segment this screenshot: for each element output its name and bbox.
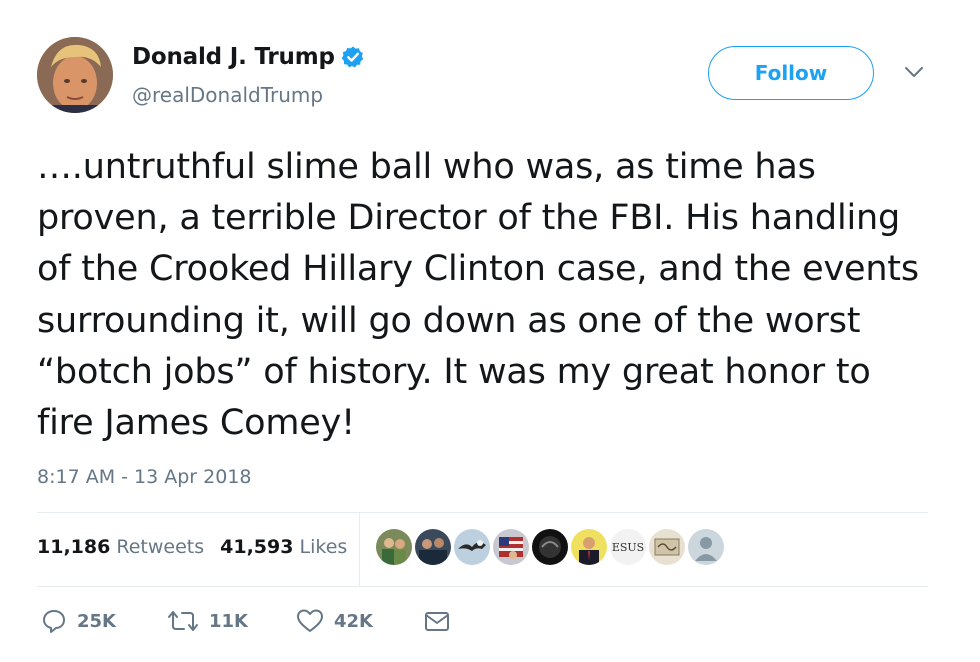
likes-count: 41,593	[220, 536, 294, 558]
verified-badge-icon	[341, 45, 365, 69]
liker-avatar-3-icon[interactable]	[454, 529, 490, 565]
liker-avatar-2-icon[interactable]	[415, 529, 451, 565]
tweet-timestamp[interactable]: 8:17 AM - 13 Apr 2018	[37, 466, 252, 488]
retweet-count: 11K	[209, 610, 248, 632]
reply-action[interactable]: 25K	[41, 608, 116, 634]
liker-avatar-4-icon[interactable]	[493, 529, 529, 565]
liker-avatar-7-icon[interactable]: ESUS	[610, 529, 646, 565]
tweet-stats: 11,186 Retweets 41,593 Likes	[37, 536, 347, 558]
more-options-chevron-down-icon[interactable]	[903, 64, 925, 80]
stats-divider	[359, 512, 360, 586]
like-count: 42K	[334, 610, 373, 632]
likes-stat[interactable]: 41,593 Likes	[220, 536, 347, 558]
reply-icon	[43, 610, 65, 633]
heart-icon	[297, 609, 323, 632]
profile-photo-icon	[37, 37, 113, 113]
follow-button[interactable]: Follow	[708, 46, 874, 100]
envelope-icon	[425, 612, 449, 631]
retweet-icon	[168, 611, 198, 631]
tweet-text: ….untruthful slime ball who was, as time…	[37, 147, 919, 444]
retweets-label: Retweets	[116, 536, 205, 558]
liker-avatars: ESUS	[376, 529, 724, 565]
author-avatar[interactable]	[37, 37, 113, 113]
liker-avatar-6-icon[interactable]	[571, 529, 607, 565]
retweets-stat[interactable]: 11,186 Retweets	[37, 536, 204, 558]
retweet-action[interactable]: 11K	[167, 608, 248, 634]
reply-count: 25K	[77, 610, 116, 632]
liker-avatar-5-icon[interactable]	[532, 529, 568, 565]
direct-message-action[interactable]	[423, 608, 451, 634]
like-action[interactable]: 42K	[296, 608, 373, 634]
default-avatar-icon[interactable]	[688, 529, 724, 565]
likes-label: Likes	[299, 536, 348, 558]
liker-avatar-7-text: ESUS	[612, 541, 644, 554]
author-handle[interactable]: @realDonaldTrump	[132, 83, 323, 107]
author-name[interactable]: Donald J. Trump	[132, 44, 335, 70]
retweets-count: 11,186	[37, 536, 111, 558]
divider	[37, 586, 928, 587]
liker-avatar-8-icon[interactable]	[649, 529, 685, 565]
liker-avatar-1-icon[interactable]	[376, 529, 412, 565]
author-name-row[interactable]: Donald J. Trump	[132, 44, 365, 70]
divider	[37, 512, 928, 513]
